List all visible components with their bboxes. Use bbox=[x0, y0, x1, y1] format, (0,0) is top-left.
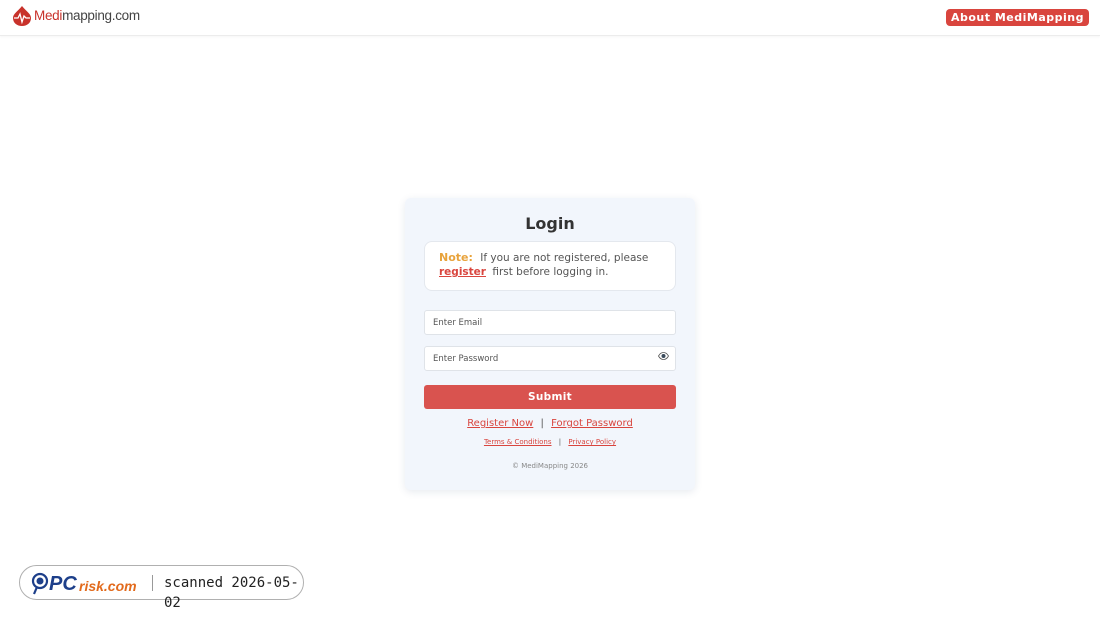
pcrisk-magnifier-icon: PC risk.com bbox=[31, 572, 137, 595]
note-text-2: first before logging in. bbox=[492, 266, 609, 278]
about-medimapping-button[interactable]: About MediMapping bbox=[945, 9, 1089, 26]
svg-text:PC: PC bbox=[49, 573, 77, 595]
note-text-1: If you are not registered, please bbox=[480, 252, 649, 264]
email-field[interactable] bbox=[424, 310, 676, 335]
primary-links: Register Now | Forgot Password bbox=[405, 418, 695, 429]
terms-link[interactable]: Terms & Conditions bbox=[484, 438, 552, 446]
top-header: Medimapping.com About MediMapping bbox=[0, 0, 1100, 36]
map-pin-heartbeat-icon bbox=[13, 6, 31, 26]
site-logo[interactable]: Medimapping.com bbox=[11, 4, 140, 28]
login-card: Login Note: If you are not registered, p… bbox=[405, 198, 695, 490]
note-register-link[interactable]: register bbox=[439, 266, 486, 278]
separator: | bbox=[540, 418, 544, 429]
svg-text:risk.com: risk.com bbox=[79, 578, 137, 594]
scan-watermark: PC risk.com scanned 2026-05-02 bbox=[19, 565, 304, 611]
legal-links: Terms & Conditions | Privacy Policy bbox=[405, 438, 695, 446]
submit-button[interactable]: Submit bbox=[424, 385, 676, 409]
login-title: Login bbox=[525, 214, 575, 233]
separator: | bbox=[558, 438, 562, 446]
registration-note: Note: If you are not registered, please … bbox=[424, 241, 676, 291]
note-label: Note: bbox=[439, 251, 473, 264]
scanned-date-text: scanned 2026-05-02 bbox=[164, 575, 299, 611]
register-now-link[interactable]: Register Now bbox=[467, 418, 533, 429]
eye-icon[interactable] bbox=[657, 352, 669, 364]
copyright-text: © MediMapping 2026 bbox=[511, 462, 589, 470]
forgot-password-link[interactable]: Forgot Password bbox=[551, 418, 633, 429]
watermark-divider bbox=[152, 575, 153, 591]
logo-text: Medimapping.com bbox=[34, 8, 140, 23]
password-field[interactable] bbox=[424, 346, 676, 371]
privacy-policy-link[interactable]: Privacy Policy bbox=[568, 438, 616, 446]
